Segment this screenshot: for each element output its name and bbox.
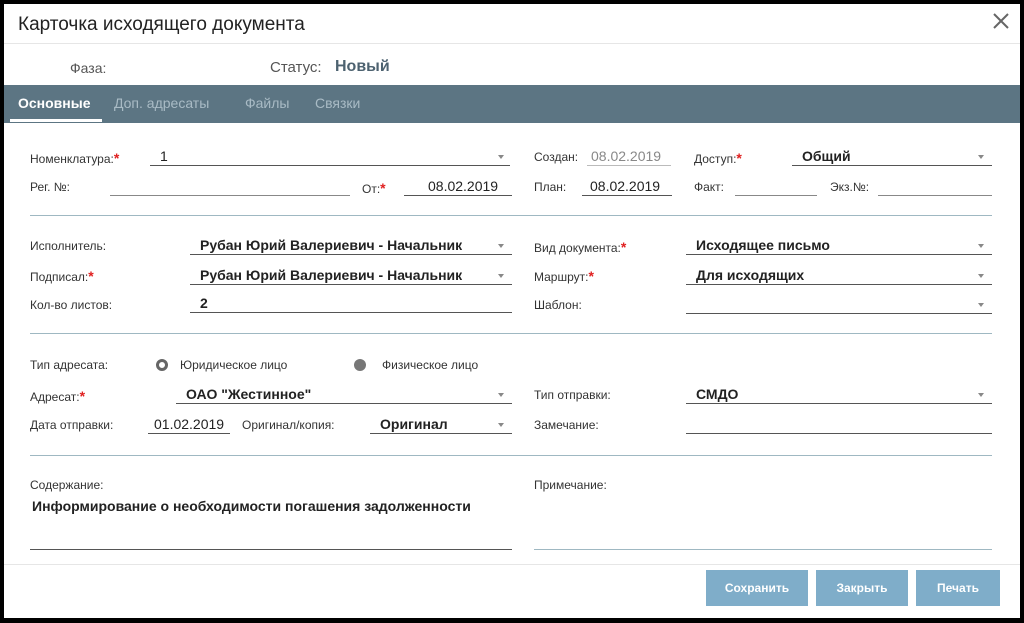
remark-input[interactable] — [686, 414, 992, 434]
required-mark: * — [79, 388, 86, 404]
section-divider — [30, 215, 992, 216]
phase-label: Фаза: — [70, 60, 107, 76]
tab-files[interactable]: Файлы — [245, 95, 289, 111]
required-mark: * — [620, 239, 627, 255]
signed-value: Рубан Юрий Валериевич - Начальник — [200, 267, 463, 283]
chevron-down-icon — [978, 155, 984, 159]
tab-extra-addressees[interactable]: Доп. адресаты — [114, 95, 209, 111]
section-divider — [30, 455, 992, 456]
send-date-input[interactable]: 01.02.2019 — [148, 414, 230, 434]
template-label: Шаблон: — [534, 298, 582, 312]
section-divider — [30, 333, 992, 334]
status-label: Статус: — [270, 59, 322, 76]
tab-main[interactable]: Основные — [18, 95, 91, 111]
required-mark: * — [588, 268, 594, 284]
print-button[interactable]: Печать — [916, 570, 1000, 606]
send-type-value: СМДО — [696, 386, 739, 402]
chevron-down-icon — [978, 393, 984, 397]
created-value: 08.02.2019 — [591, 148, 662, 164]
chevron-down-icon — [498, 244, 504, 248]
plan-date-input[interactable]: 08.02.2019 — [582, 176, 672, 196]
created-field: 08.02.2019 — [587, 146, 671, 166]
plan-label: План: — [534, 180, 567, 194]
sheets-input[interactable]: 2 — [190, 293, 512, 313]
required-mark: * — [113, 150, 120, 166]
reg-no-label: Рег. №: — [30, 180, 70, 194]
executor-value: Рубан Юрий Валериевич - Начальник — [200, 237, 463, 253]
addressee-label: Адресат:* — [30, 388, 86, 404]
original-copy-value: Оригинал — [380, 416, 448, 432]
header-divider — [4, 43, 1020, 44]
addressee-type-label: Тип адресата: — [30, 358, 109, 372]
close-button[interactable]: Закрыть — [816, 570, 908, 606]
access-value: Общий — [802, 148, 851, 164]
chevron-down-icon — [498, 423, 504, 427]
access-select[interactable]: Общий — [792, 146, 992, 166]
from-label: От:* — [362, 180, 386, 196]
radio-legal-entity[interactable] — [156, 359, 168, 371]
status-value: Новый — [335, 58, 390, 75]
send-date-label: Дата отправки: — [30, 418, 114, 432]
active-tab-underline — [10, 119, 102, 122]
dialog-title: Карточка исходящего документа — [18, 14, 305, 35]
chevron-down-icon — [978, 303, 984, 307]
route-select[interactable]: Для исходящих — [686, 265, 992, 285]
copies-label: Экз.№: — [830, 180, 870, 194]
route-label: Маршрут:* — [534, 268, 594, 284]
plan-date-value: 08.02.2019 — [590, 178, 661, 194]
chevron-down-icon — [978, 244, 984, 248]
tab-links[interactable]: Связки — [315, 95, 360, 111]
footer-divider — [4, 564, 1020, 565]
sheets-label: Кол-во листов: — [30, 298, 113, 312]
tab-bar: Основные Доп. адресаты Файлы Связки — [4, 85, 1020, 123]
radio-individual[interactable] — [354, 359, 366, 371]
sheets-value: 2 — [200, 295, 208, 311]
required-mark: * — [380, 180, 386, 196]
note-textarea[interactable] — [534, 494, 992, 550]
addressee-value: ОАО "Жестинное" — [186, 386, 312, 402]
doc-type-select[interactable]: Исходящее письмо — [686, 235, 992, 255]
document-card-dialog: Карточка исходящего документа Фаза: Стат… — [4, 4, 1020, 618]
fact-date-input[interactable] — [735, 176, 817, 196]
created-label: Создан: — [534, 150, 579, 164]
remark-label: Замечание: — [534, 418, 599, 432]
note-label: Примечание: — [534, 478, 607, 492]
access-label: Доступ:* — [694, 150, 742, 166]
executor-label: Исполнитель: — [30, 239, 107, 253]
send-type-label: Тип отправки: — [534, 388, 611, 402]
required-mark: * — [88, 268, 94, 284]
required-mark: * — [736, 150, 742, 166]
content-value: Информирование о необходимости погашения… — [32, 498, 471, 514]
route-value: Для исходящих — [696, 267, 805, 283]
chevron-down-icon — [498, 393, 504, 397]
close-icon[interactable] — [990, 10, 1012, 32]
signed-select[interactable]: Рубан Юрий Валериевич - Начальник — [190, 265, 512, 285]
doc-type-value: Исходящее письмо — [696, 237, 830, 253]
nomenclature-select[interactable]: 1 — [150, 146, 510, 166]
nomenclature-value: 1 — [160, 148, 168, 164]
nomenclature-label: Номенклатура:* — [30, 150, 120, 166]
doc-type-label: Вид документа:* — [534, 239, 627, 255]
signed-label: Подписал:* — [30, 268, 94, 284]
copies-input[interactable] — [878, 176, 992, 196]
addressee-select[interactable]: ОАО "Жестинное" — [176, 384, 512, 404]
reg-no-input[interactable] — [110, 176, 350, 196]
from-date-value: 08.02.2019 — [428, 178, 499, 194]
save-button[interactable]: Сохранить — [706, 570, 808, 606]
chevron-down-icon — [978, 274, 984, 278]
from-date-input[interactable]: 08.02.2019 — [404, 176, 512, 196]
executor-select[interactable]: Рубан Юрий Валериевич - Начальник — [190, 235, 512, 255]
radio-individual-label[interactable]: Физическое лицо — [382, 358, 478, 372]
radio-legal-entity-label[interactable]: Юридическое лицо — [180, 358, 287, 372]
template-select[interactable] — [686, 294, 992, 314]
content-textarea[interactable]: Информирование о необходимости погашения… — [30, 494, 512, 550]
fact-label: Факт: — [694, 180, 725, 194]
chevron-down-icon — [498, 155, 504, 159]
content-label: Содержание: — [30, 478, 104, 492]
original-copy-label: Оригинал/копия: — [242, 418, 335, 432]
send-date-value: 01.02.2019 — [154, 416, 225, 432]
original-copy-select[interactable]: Оригинал — [370, 414, 512, 434]
send-type-select[interactable]: СМДО — [686, 384, 992, 404]
chevron-down-icon — [498, 274, 504, 278]
